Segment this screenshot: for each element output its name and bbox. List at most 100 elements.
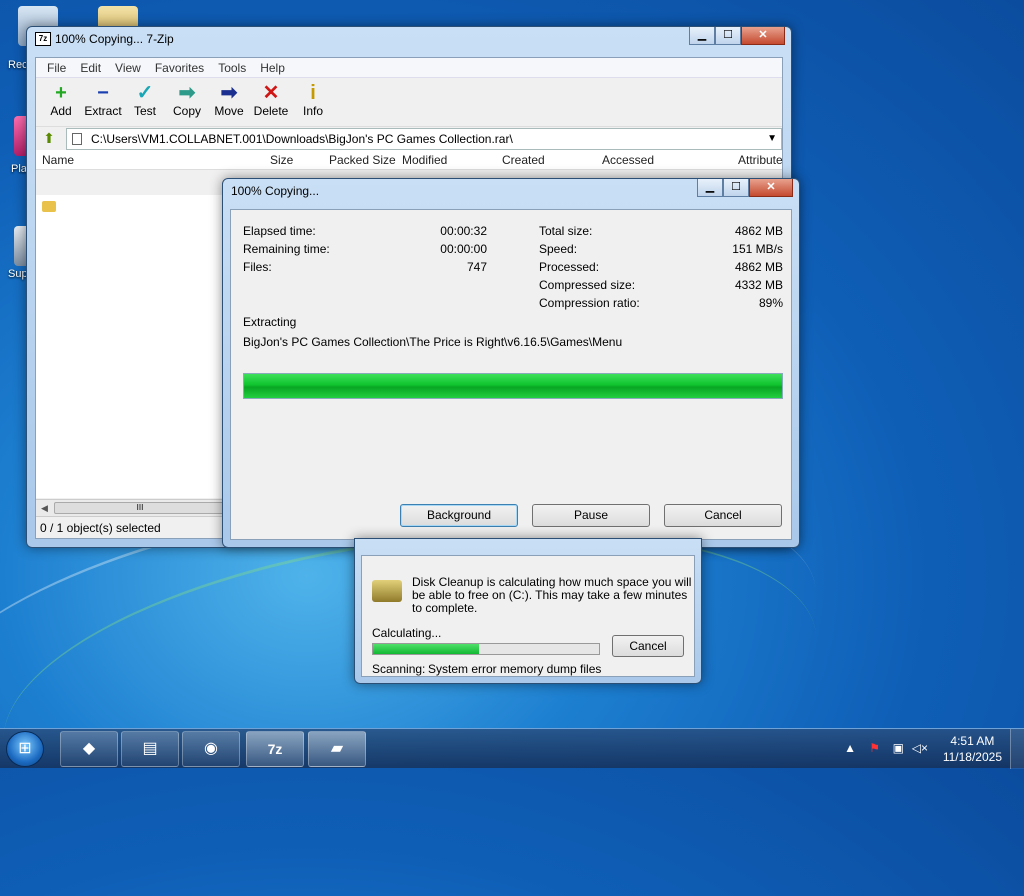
taskbar: ⊞ ◆ ▤ ◉ 7z ▰ ▲ ⚑ ▣ ◁× 4:51 AM 11/18/2025 bbox=[0, 728, 1024, 769]
cleanup-cancel-button[interactable]: Cancel bbox=[612, 635, 684, 657]
pause-button[interactable]: Pause bbox=[532, 504, 650, 527]
clock-time: 4:51 AM bbox=[950, 734, 995, 748]
compressed-size-label: Compressed size: bbox=[539, 278, 636, 292]
toolbar-label: Add bbox=[50, 104, 72, 118]
toolbar-label: Extract bbox=[84, 104, 122, 118]
compression-ratio-value: 89% bbox=[758, 296, 783, 310]
progress-fill bbox=[244, 374, 782, 398]
volume-muted-icon[interactable]: ◁× bbox=[912, 741, 928, 755]
disk-cleanup-icon bbox=[372, 580, 402, 602]
scroll-left-icon[interactable]: ◀ bbox=[36, 500, 53, 517]
action-center-flag-icon[interactable]: ⚑ bbox=[869, 741, 880, 755]
maximize-button[interactable]: ☐ bbox=[715, 27, 741, 45]
menu-favorites[interactable]: Favorites bbox=[148, 58, 211, 77]
total-size-value: 4862 MB bbox=[734, 224, 783, 238]
path-text: C:\Users\VM1.COLLABNET.001\Downloads\Big… bbox=[91, 132, 513, 146]
toolbar-label: Move bbox=[214, 104, 244, 118]
toolbar-label: Info bbox=[302, 104, 323, 118]
clock[interactable]: 4:51 AM 11/18/2025 bbox=[943, 733, 1002, 765]
scroll-thumb[interactable]: III bbox=[54, 502, 226, 514]
info-icon: i bbox=[310, 82, 316, 104]
close-button[interactable]: ✕ bbox=[749, 179, 793, 197]
check-arrow-icon: ✓ bbox=[136, 82, 154, 104]
files-label: Files: bbox=[243, 260, 272, 274]
toolbar-info-button[interactable]: i Info bbox=[292, 78, 334, 126]
calculating-label: Calculating... bbox=[372, 626, 442, 640]
7zip-icon[interactable]: 7z bbox=[246, 731, 304, 767]
toolbar-test-button[interactable]: ✓ Test bbox=[124, 78, 166, 126]
show-hidden-icons-icon[interactable]: ▲ bbox=[844, 741, 856, 755]
clock-date: 11/18/2025 bbox=[942, 750, 1002, 764]
total-size-label: Total size: bbox=[539, 224, 593, 238]
disk-cleanup-icon[interactable]: ▰ bbox=[308, 731, 366, 767]
folder-icon[interactable] bbox=[42, 201, 56, 212]
column-accessed[interactable]: Accessed bbox=[602, 153, 654, 167]
menu-edit[interactable]: Edit bbox=[73, 58, 108, 77]
operation-label: Extracting bbox=[243, 315, 297, 329]
window-controls: ▁ ☐ ✕ bbox=[689, 27, 785, 45]
media-center-icon[interactable]: ◆ bbox=[60, 731, 118, 767]
dropdown-arrow-icon[interactable]: ▼ bbox=[767, 129, 777, 149]
progress-dialog: 100% Copying... ▁ ☐ ✕ Elapsed time: Rema… bbox=[222, 178, 800, 548]
7zip-app-icon: 7z bbox=[35, 32, 51, 46]
cancel-button[interactable]: Cancel bbox=[664, 504, 782, 527]
processed-label: Processed: bbox=[539, 260, 600, 274]
close-button[interactable]: ✕ bbox=[741, 27, 785, 45]
selection-status: 0 / 1 object(s) selected bbox=[40, 521, 161, 535]
column-modified[interactable]: Modified bbox=[402, 153, 447, 167]
move-arrow-icon: ➡ bbox=[220, 82, 238, 104]
column-created[interactable]: Created bbox=[502, 153, 545, 167]
desktop-label: Rec bbox=[8, 59, 28, 71]
desktop-label: Sup bbox=[8, 268, 28, 280]
files-value: 747 bbox=[466, 260, 487, 274]
window-title: 100% Copying... 7-Zip bbox=[55, 32, 174, 46]
toolbar-move-button[interactable]: ➡ Move bbox=[208, 78, 250, 126]
horizontal-scrollbar[interactable]: ◀ III bbox=[36, 499, 226, 516]
show-desktop-button[interactable] bbox=[1010, 729, 1024, 769]
disk-cleanup-dialog: Disk Cleanup is calculating how much spa… bbox=[354, 538, 702, 684]
network-icon[interactable]: ▣ bbox=[893, 741, 904, 755]
dialog-title-bar[interactable]: 100% Copying... ▁ ☐ ✕ bbox=[223, 179, 799, 203]
path-combobox[interactable]: C:\Users\VM1.COLLABNET.001\Downloads\Big… bbox=[66, 128, 782, 150]
processed-value: 4862 MB bbox=[734, 260, 783, 274]
minus-icon: − bbox=[97, 82, 109, 104]
scanning-label: Scanning: bbox=[372, 662, 426, 676]
remaining-time-value: 00:00:00 bbox=[440, 242, 487, 256]
column-attribute[interactable]: Attribute bbox=[738, 153, 783, 167]
start-button[interactable]: ⊞ bbox=[6, 731, 44, 767]
speed-label: Speed: bbox=[539, 242, 578, 256]
delete-x-icon: ✕ bbox=[262, 82, 280, 104]
explorer-folder-icon[interactable]: ▤ bbox=[121, 731, 179, 767]
toolbar-add-button[interactable]: + Add bbox=[40, 78, 82, 126]
column-packed-size[interactable]: Packed Size bbox=[329, 153, 396, 167]
cleanup-progress-fill bbox=[373, 644, 480, 654]
toolbar: + Add − Extract ✓ Test ➡ Copy ➡ Move ✕ Delete i Info bbox=[36, 78, 782, 126]
minimize-button[interactable]: ▁ bbox=[697, 179, 723, 197]
folder-up-icon[interactable]: ⬆ bbox=[36, 130, 62, 147]
column-size[interactable]: Size bbox=[270, 153, 293, 167]
current-file-path: BigJon's PC Games Collection\The Price i… bbox=[243, 335, 623, 349]
remaining-time-label: Remaining time: bbox=[243, 242, 330, 256]
compression-ratio-label: Compression ratio: bbox=[539, 296, 640, 310]
minimize-button[interactable]: ▁ bbox=[689, 27, 715, 45]
column-name[interactable]: Name bbox=[42, 153, 74, 167]
extraction-progress-bar bbox=[243, 373, 783, 399]
file-list-header: Name Size Packed Size Modified Created A… bbox=[36, 150, 783, 170]
browser-icon[interactable]: ◉ bbox=[182, 731, 240, 767]
background-button[interactable]: Background bbox=[400, 504, 518, 527]
toolbar-delete-button[interactable]: ✕ Delete bbox=[250, 78, 292, 126]
disk-cleanup-body: Disk Cleanup is calculating how much spa… bbox=[361, 555, 695, 677]
menu-help[interactable]: Help bbox=[253, 58, 292, 77]
dialog-window-controls: ▁ ☐ ✕ bbox=[697, 179, 793, 197]
maximize-button[interactable]: ☐ bbox=[723, 179, 749, 197]
cleanup-progress-bar bbox=[372, 643, 600, 655]
menu-view[interactable]: View bbox=[108, 58, 148, 77]
title-bar[interactable]: 7z 100% Copying... 7-Zip ▁ ☐ ✕ bbox=[27, 27, 791, 51]
menu-tools[interactable]: Tools bbox=[211, 58, 253, 77]
dialog-body: Elapsed time: Remaining time: Files: 00:… bbox=[230, 209, 792, 540]
toolbar-extract-button[interactable]: − Extract bbox=[82, 78, 124, 126]
menu-file[interactable]: File bbox=[40, 58, 73, 77]
archive-file-icon bbox=[72, 133, 82, 145]
toolbar-copy-button[interactable]: ➡ Copy bbox=[166, 78, 208, 126]
address-bar: ⬆ C:\Users\VM1.COLLABNET.001\Downloads\B… bbox=[36, 126, 782, 150]
